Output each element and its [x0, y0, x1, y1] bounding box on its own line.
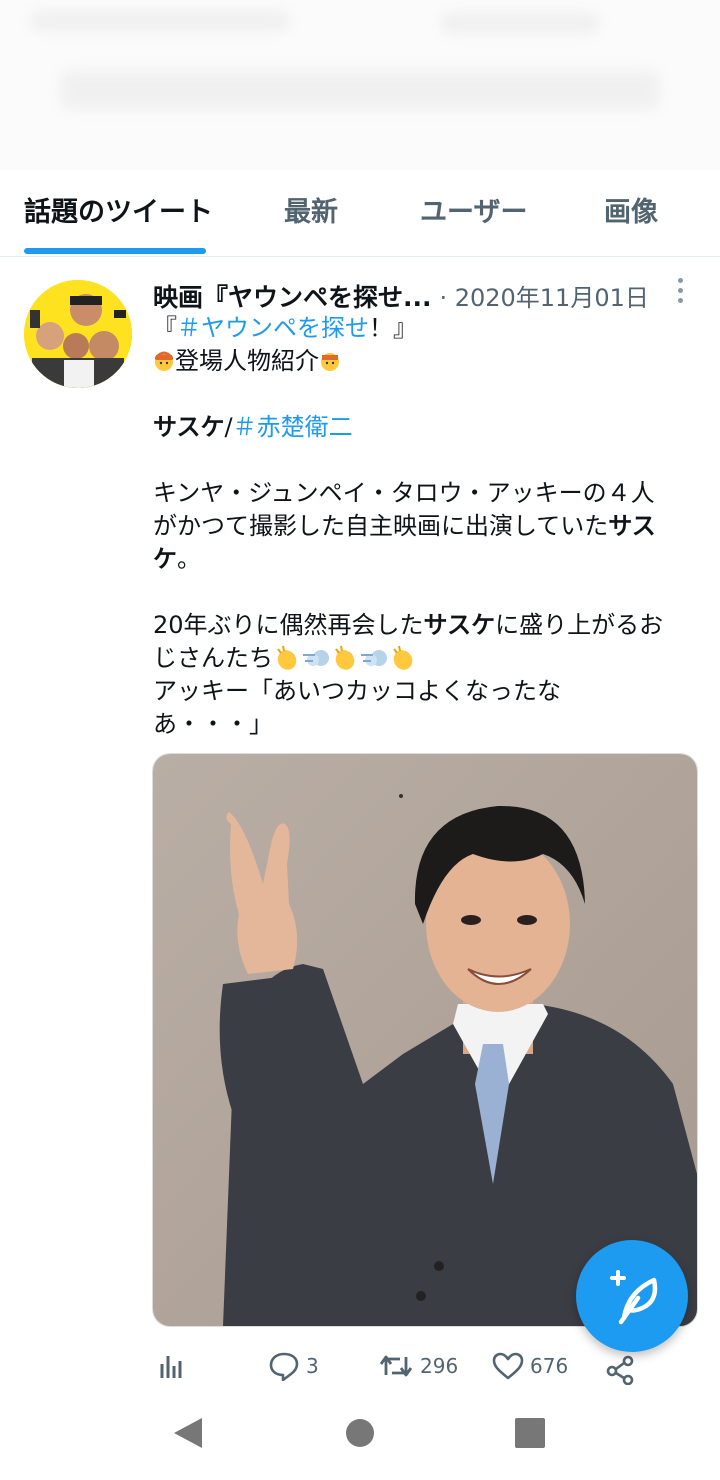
tweet-line: 『＃ヤウンペを探せ！』	[153, 314, 417, 342]
analytics-icon	[160, 1356, 182, 1378]
search-tabs: 話題のツイート 最新 ユーザー 画像	[0, 170, 720, 257]
reply-icon	[269, 1352, 299, 1381]
tweet-date: · 2020年11月01日	[439, 284, 649, 312]
tweet-line: あ・・・」	[153, 710, 273, 738]
reply-count: 3	[306, 1354, 319, 1378]
tweet-line: がかつて撮影した自主映画に出演していたサス	[153, 512, 656, 540]
hashtag-link[interactable]: ＃ヤウンペを探せ	[177, 314, 369, 342]
analytics-button[interactable]	[158, 1348, 186, 1384]
tweet-line: ケ。	[153, 545, 201, 573]
like-button[interactable]: 676	[492, 1348, 568, 1384]
nav-back-icon[interactable]	[172, 1416, 204, 1450]
person-emoji-icon	[153, 349, 175, 373]
retweet-button[interactable]: 296	[378, 1348, 458, 1384]
clap-emoji-icon	[273, 645, 301, 671]
tab-people[interactable]: ユーザー	[420, 190, 527, 229]
clap-emoji-icon	[331, 645, 359, 671]
tweet-line: アッキー「あいつカッコよくなったな	[153, 677, 561, 705]
tweet-line: 20年ぶりに偶然再会したサスケに盛り上がるお	[153, 611, 664, 639]
author-name[interactable]: 映画『ヤウンペを探せ...	[153, 283, 432, 312]
tweet-line: 登場人物紹介	[153, 345, 703, 378]
compose-tweet-icon	[610, 1270, 658, 1325]
tweet-line: キンヤ・ジュンペイ・タロウ・アッキーの４人	[153, 479, 655, 507]
reply-button[interactable]: 3	[268, 1348, 319, 1384]
tab-top[interactable]: 話題のツイート	[24, 190, 213, 229]
nav-recents-icon[interactable]	[514, 1417, 546, 1449]
system-nav-bar	[0, 1390, 720, 1480]
active-tab-indicator	[24, 248, 206, 254]
author-avatar[interactable]	[24, 280, 132, 388]
retweet-icon	[379, 1355, 413, 1377]
like-icon	[492, 1352, 524, 1380]
share-icon	[606, 1355, 634, 1385]
dash-emoji-icon	[301, 645, 331, 671]
person-emoji-icon	[319, 349, 341, 373]
tweet-header: 映画『ヤウンペを探せ... · 2020年11月01日	[153, 278, 673, 312]
clap-emoji-icon	[389, 645, 417, 671]
nav-home-icon[interactable]	[344, 1417, 376, 1449]
retweet-count: 296	[420, 1354, 459, 1378]
tab-photos[interactable]: 画像	[604, 190, 658, 229]
blurred-header	[0, 0, 720, 170]
tweet-line: サスケ/＃赤楚衛二	[153, 413, 353, 441]
tweet-line: じさんたち	[153, 642, 703, 675]
dash-emoji-icon	[359, 645, 389, 671]
hashtag-link[interactable]: ＃赤楚衛二	[233, 413, 353, 441]
tab-latest[interactable]: 最新	[284, 190, 338, 229]
like-count: 676	[530, 1354, 569, 1378]
share-button[interactable]	[604, 1352, 636, 1388]
more-options-icon[interactable]	[674, 278, 686, 306]
compose-tweet-button[interactable]	[576, 1240, 688, 1352]
